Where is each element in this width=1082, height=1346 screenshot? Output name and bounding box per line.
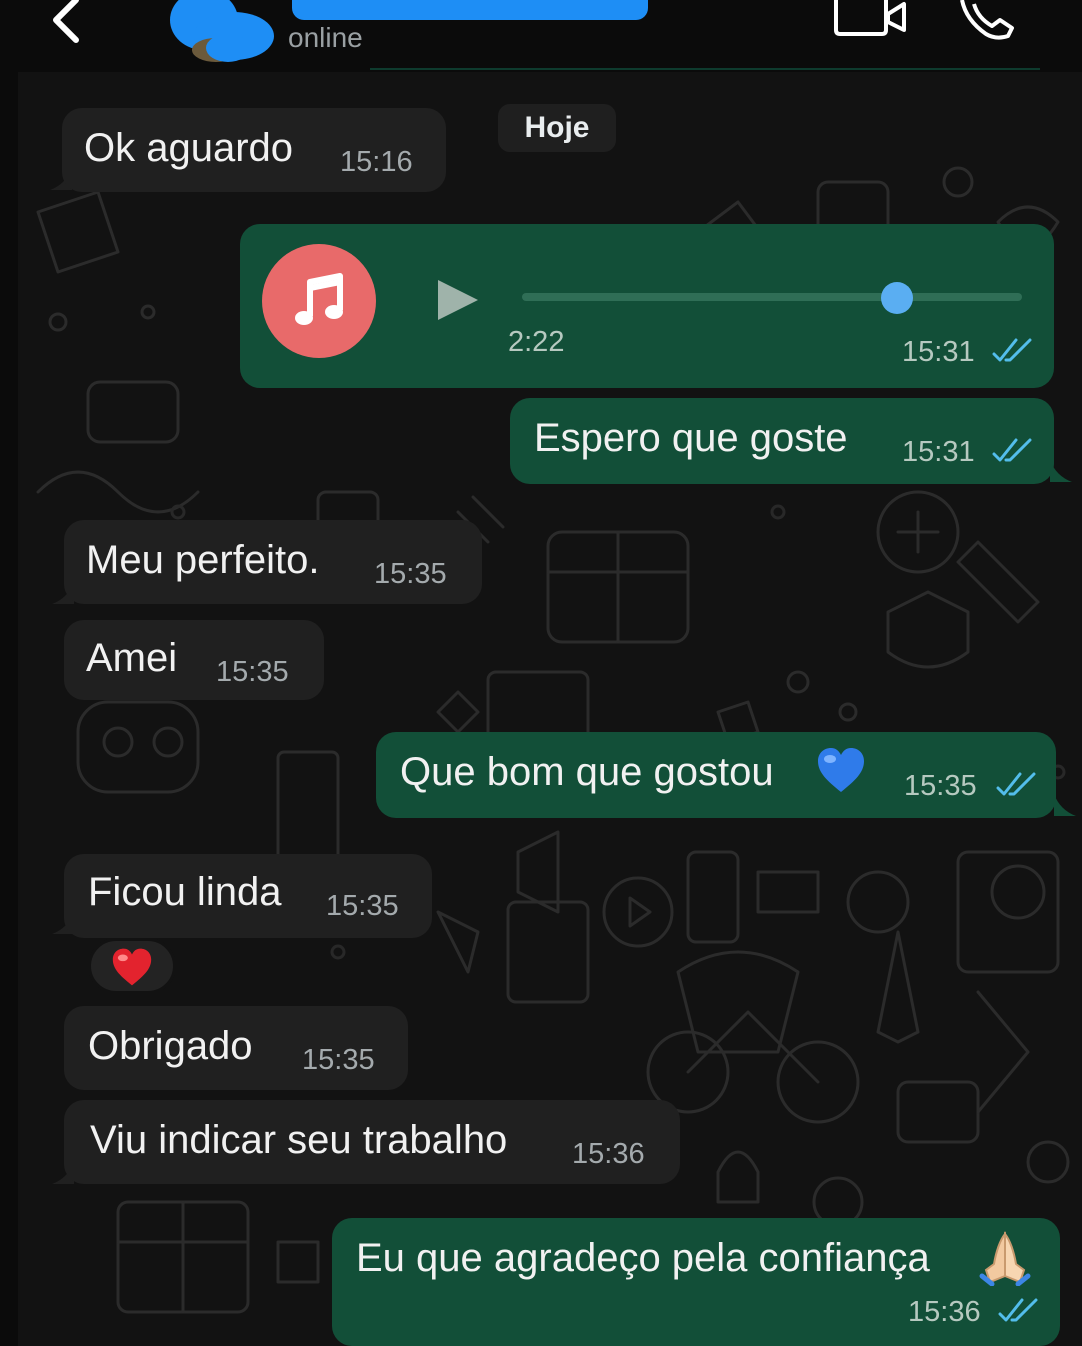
outgoing-message[interactable]: Espero que goste 15:31: [510, 398, 1054, 484]
outgoing-message[interactable]: Eu que agradeço pela confiança 15:36: [332, 1218, 1060, 1346]
message-text: Obrigado: [88, 1024, 253, 1068]
message-time: 15:35: [302, 1044, 375, 1076]
message-time: 15:36: [908, 1296, 981, 1328]
message-time: 15:35: [326, 890, 399, 922]
message-reaction[interactable]: [88, 938, 176, 994]
header-divider: [370, 68, 1040, 70]
message-text: Amei: [86, 636, 178, 680]
message-text: Ok aguardo: [84, 126, 294, 170]
message-time: 15:35: [904, 770, 977, 802]
incoming-message[interactable]: Ficou linda 15:35: [64, 854, 432, 938]
message-text: Meu perfeito.: [86, 538, 320, 582]
contact-name-redacted[interactable]: [292, 0, 648, 20]
audio-progress-thumb[interactable]: [881, 282, 913, 314]
incoming-message[interactable]: Amei 15:35: [64, 620, 324, 700]
message-time: 15:31: [902, 336, 975, 368]
date-separator: Hoje: [498, 104, 616, 152]
incoming-message[interactable]: Viu indicar seu trabalho 15:36: [64, 1100, 680, 1184]
contact-avatar[interactable]: [164, 0, 280, 62]
audio-progress-track[interactable]: [522, 293, 1022, 301]
message-text: Viu indicar seu trabalho: [90, 1118, 508, 1162]
music-note-icon: [295, 273, 343, 325]
bubble-tail: [1054, 794, 1076, 816]
contact-status: online: [288, 22, 363, 53]
video-call-icon[interactable]: [832, 0, 906, 36]
voice-call-icon[interactable]: [956, 0, 1020, 40]
read-ticks-icon: [992, 338, 1032, 362]
message-time: 15:16: [340, 146, 413, 178]
message-time: 15:35: [216, 656, 289, 688]
message-text: Espero que goste: [534, 416, 848, 460]
back-chevron-icon[interactable]: [46, 0, 86, 46]
message-time: 15:31: [902, 436, 975, 468]
read-ticks-icon: [992, 438, 1032, 462]
chat-header: online: [0, 0, 1082, 72]
message-text: Que bom que gostou: [400, 750, 774, 794]
folded-hands-icon: [979, 1231, 1031, 1286]
incoming-message[interactable]: Ok aguardo 15:16: [62, 108, 446, 192]
message-time: 15:35: [374, 558, 447, 590]
read-ticks-icon: [998, 1298, 1038, 1322]
message-text: Eu que agradeço pela confiança: [356, 1236, 930, 1280]
read-ticks-icon: [996, 772, 1036, 796]
message-text: Ficou linda: [88, 870, 282, 914]
message-time: 15:36: [572, 1138, 645, 1170]
incoming-message[interactable]: Meu perfeito. 15:35: [64, 520, 482, 604]
audio-avatar: [262, 244, 376, 358]
red-heart-icon: [112, 948, 152, 986]
play-icon[interactable]: [436, 278, 480, 322]
outgoing-message[interactable]: Que bom que gostou 15:35: [376, 732, 1056, 818]
blue-heart-icon: [818, 748, 864, 792]
incoming-message[interactable]: Obrigado 15:35: [64, 1006, 408, 1090]
audio-duration: 2:22: [508, 326, 565, 358]
